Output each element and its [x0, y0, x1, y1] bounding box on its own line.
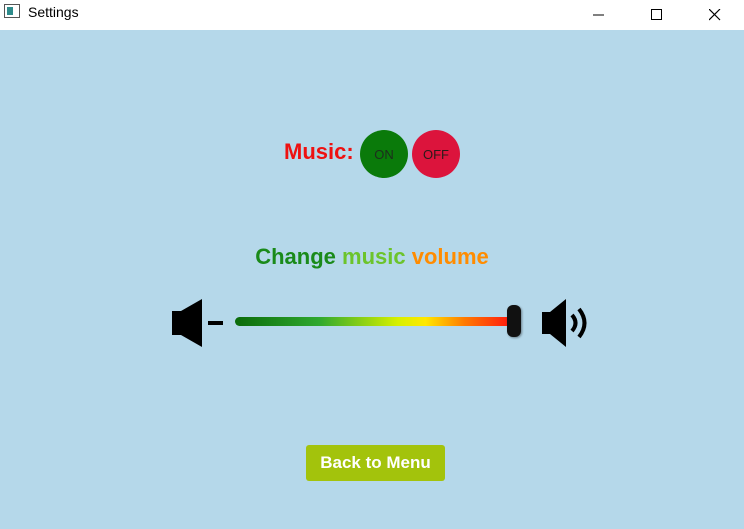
volume-slider-track[interactable] — [235, 317, 515, 326]
volume-up-icon[interactable] — [540, 298, 594, 350]
window-title: Settings — [28, 4, 79, 20]
volume-title-word: volume — [405, 244, 489, 269]
music-label: Music: — [284, 139, 354, 164]
minimize-button[interactable] — [570, 0, 628, 30]
volume-title-word: music — [335, 244, 406, 269]
volume-title-word: Change — [255, 244, 336, 269]
close-icon — [709, 9, 721, 21]
music-off-button[interactable]: OFF — [412, 130, 460, 178]
music-on-button[interactable]: ON — [360, 130, 408, 178]
minimize-icon — [593, 14, 604, 16]
settings-panel: Music: ON OFF Change music volume Back t… — [0, 30, 744, 529]
volume-slider-thumb[interactable] — [507, 305, 521, 337]
app-icon — [4, 4, 20, 18]
close-button[interactable] — [686, 0, 744, 30]
volume-down-icon[interactable] — [170, 298, 228, 348]
back-to-menu-button[interactable]: Back to Menu — [306, 445, 445, 481]
maximize-icon — [651, 9, 662, 20]
title-bar: Settings — [0, 0, 744, 30]
volume-title: Change music volume — [0, 244, 744, 270]
maximize-button[interactable] — [628, 0, 686, 30]
